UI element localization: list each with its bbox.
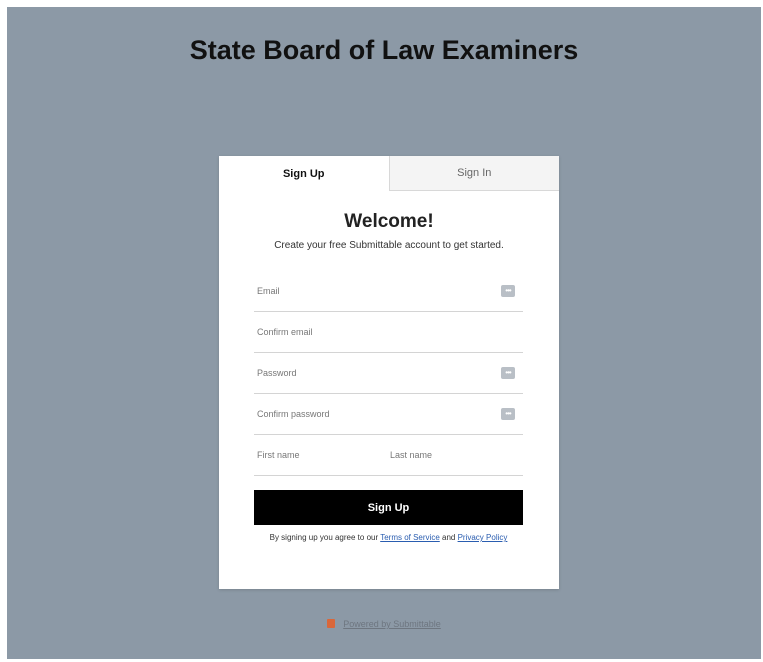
confirm-email-field-row xyxy=(254,312,523,353)
tab-sign-up[interactable]: Sign Up xyxy=(219,156,389,191)
sign-up-button[interactable]: Sign Up xyxy=(254,490,523,525)
email-field-row: ••• xyxy=(254,271,523,312)
signup-card: Sign Up Sign In Welcome! Create your fre… xyxy=(219,156,559,589)
first-name-field[interactable] xyxy=(257,450,387,460)
autofill-icon[interactable]: ••• xyxy=(501,367,515,379)
powered-by-link[interactable]: Powered by Submittable xyxy=(343,619,441,629)
terms-of-service-link[interactable]: Terms of Service xyxy=(380,533,440,542)
privacy-policy-link[interactable]: Privacy Policy xyxy=(458,533,508,542)
confirm-password-field-row: ••• xyxy=(254,394,523,435)
signup-form: ••• ••• ••• Sign Up xyxy=(254,271,523,542)
page-title: State Board of Law Examiners xyxy=(189,35,579,65)
name-field-row xyxy=(254,435,523,476)
terms-agreement: By signing up you agree to our Terms of … xyxy=(254,533,523,542)
last-name-field[interactable] xyxy=(390,450,520,460)
agreement-prefix: By signing up you agree to our xyxy=(269,533,381,542)
auth-tabs: Sign Up Sign In xyxy=(219,156,559,191)
autofill-icon[interactable]: ••• xyxy=(501,285,515,297)
password-field-row: ••• xyxy=(254,353,523,394)
email-field[interactable] xyxy=(257,286,457,296)
autofill-icon[interactable]: ••• xyxy=(501,408,515,420)
agreement-joiner: and xyxy=(439,533,458,542)
welcome-heading: Welcome! xyxy=(344,211,434,232)
welcome-subtitle: Create your free Submittable account to … xyxy=(274,240,504,251)
confirm-password-field[interactable] xyxy=(257,409,457,419)
confirm-email-field[interactable] xyxy=(257,327,457,337)
last-name-wrapper xyxy=(390,450,523,460)
page-background: State Board of Law Examiners Sign Up Sig… xyxy=(7,7,761,659)
password-field[interactable] xyxy=(257,368,457,378)
powered-by-footer: Powered by Submittable xyxy=(7,619,761,629)
first-name-wrapper xyxy=(257,450,390,460)
tab-sign-in[interactable]: Sign In xyxy=(388,156,559,191)
submittable-logo-icon xyxy=(327,619,336,628)
